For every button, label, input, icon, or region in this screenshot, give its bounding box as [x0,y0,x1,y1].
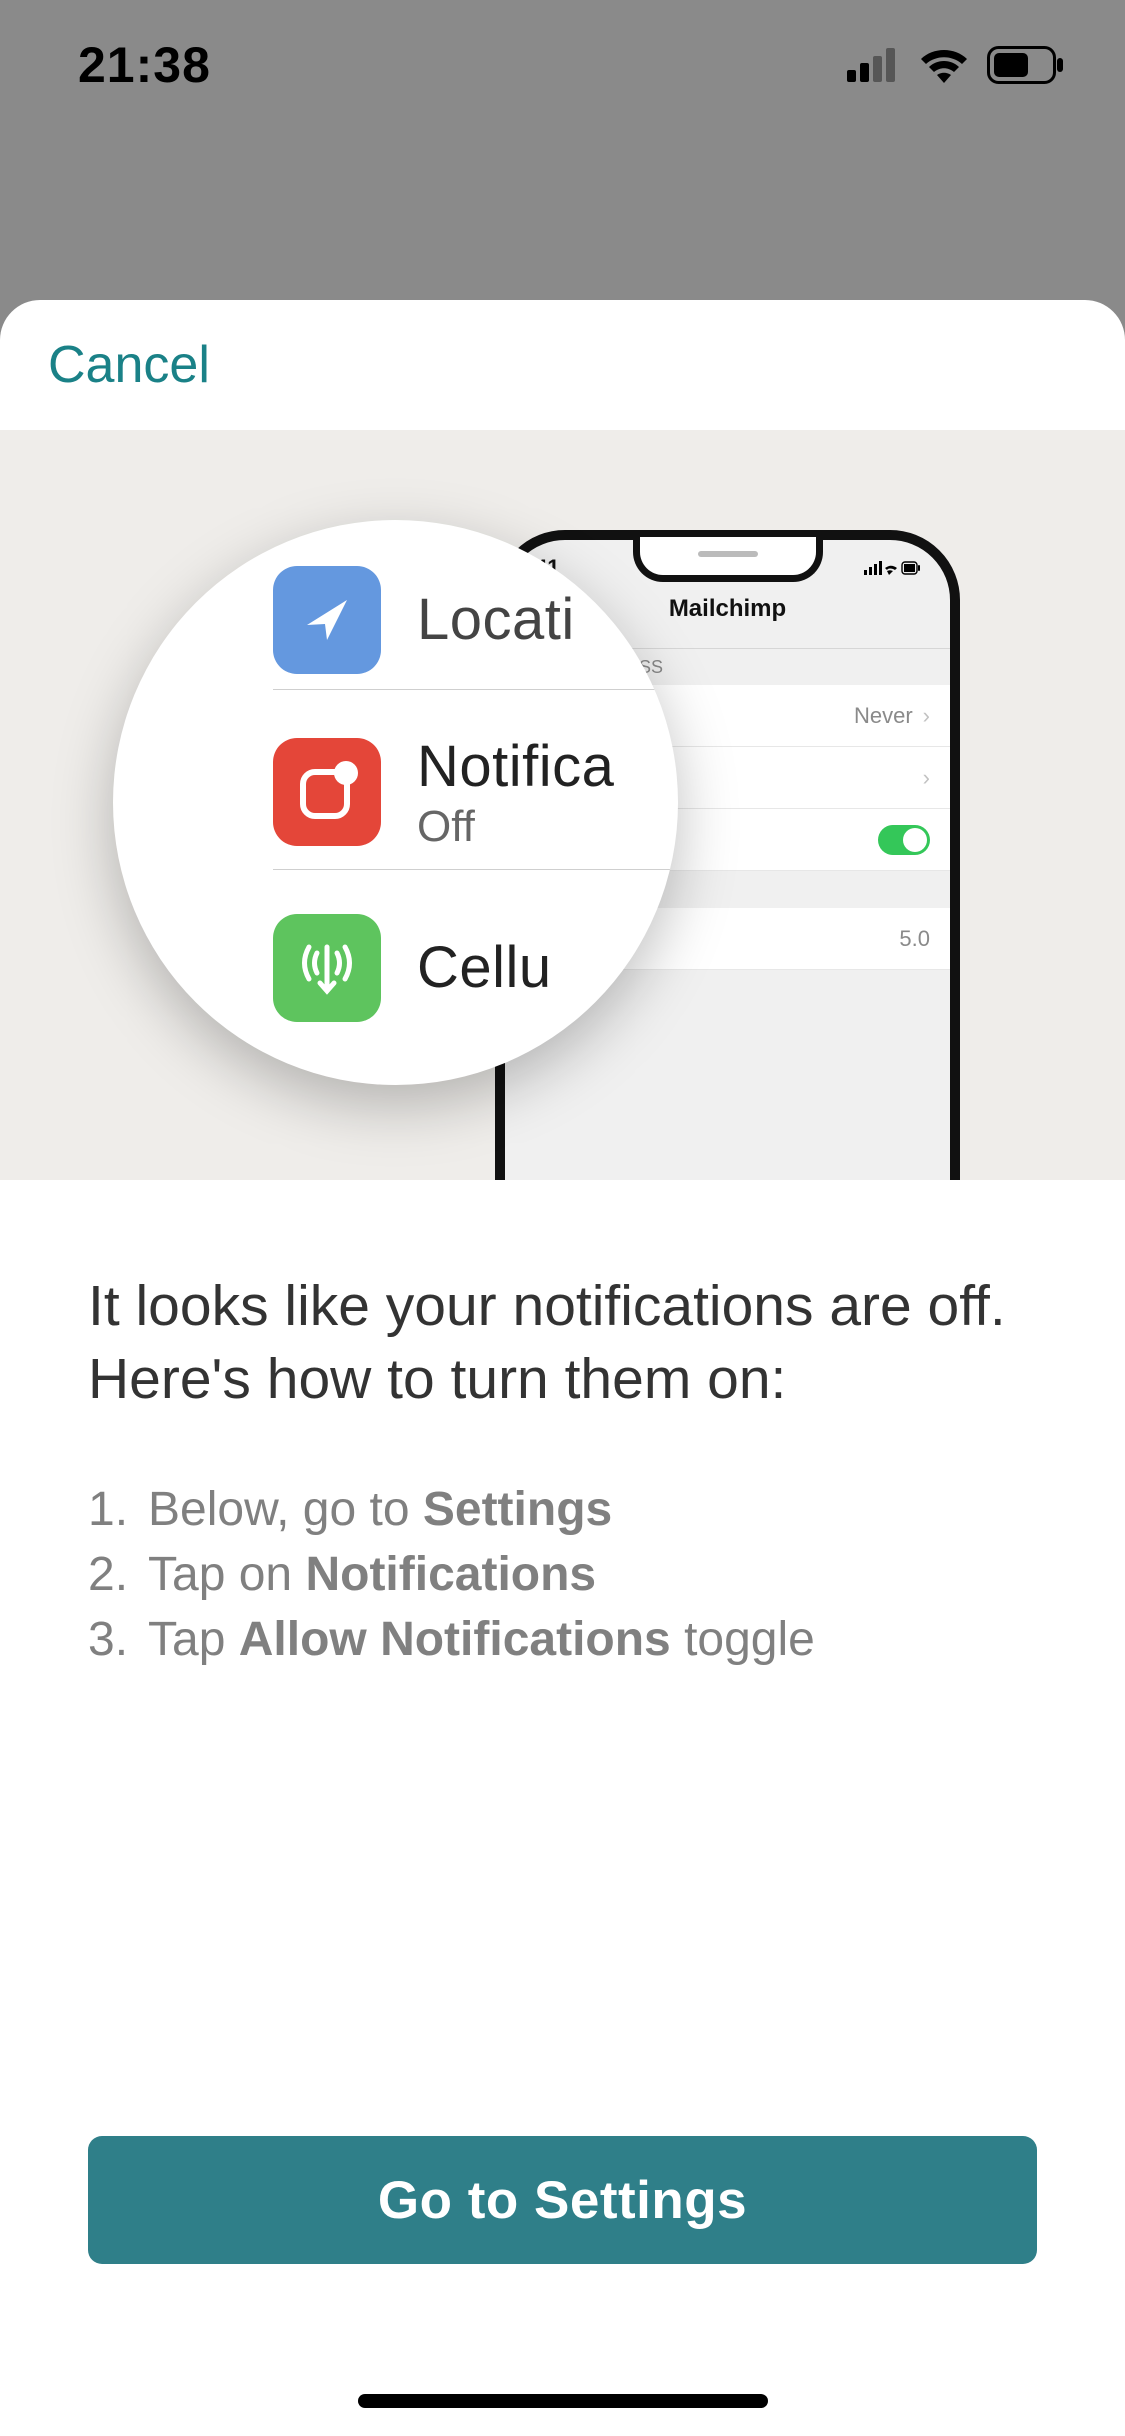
step-item: 2. Tap on Notifications [88,1543,1037,1608]
modal-sheet: Cancel 41 Mailchimp MP TO ACCESS Never› [0,300,1125,2436]
mag-notifications-status: Off [417,802,614,852]
toggle-on-icon [878,825,930,855]
step-text: Below, go to Settings [148,1478,1037,1543]
chevron-right-icon: › [923,765,930,791]
sheet-content: It looks like your notifications are off… [0,1180,1125,1672]
heading: It looks like your notifications are off… [88,1270,1037,1416]
location-icon [273,566,381,674]
cancel-button[interactable]: Cancel [48,335,210,395]
step-text: Tap Allow Notifications toggle [148,1608,1037,1673]
cellular-data-icon [273,914,381,1022]
mag-cellular-label: Cellu [417,934,552,1001]
illustration: 41 Mailchimp MP TO ACCESS Never› › [0,430,1125,1180]
steps-list: 1. Below, go to Settings 2. Tap on Notif… [88,1478,1037,1672]
step-item: 1. Below, go to Settings [88,1478,1037,1543]
status-time: 21:38 [78,36,211,94]
step-number: 2. [88,1543,148,1608]
phone-row-value: 5.0 [899,926,930,952]
mag-notifications-label: Notifica [417,733,614,800]
sheet-header: Cancel [0,300,1125,430]
chevron-right-icon: › [923,703,930,729]
step-text: Tap on Notifications [148,1543,1037,1608]
magnifier: Locati Notifica Off [113,520,678,1085]
mag-row-location: Locati [273,550,678,690]
status-icons [847,46,1065,84]
status-bar: 21:38 [0,0,1125,130]
notifications-icon [273,738,381,846]
home-indicator[interactable] [358,2394,768,2408]
step-number: 1. [88,1478,148,1543]
step-number: 3. [88,1608,148,1673]
mag-row-notifications: Notifica Off [273,715,678,870]
battery-icon [987,46,1065,84]
wifi-icon [919,47,969,83]
step-item: 3. Tap Allow Notifications toggle [88,1608,1037,1673]
mag-row-cellular: Cellu [273,890,678,1045]
mag-location-label: Locati [417,586,575,653]
phone-row-value: Never [854,703,913,729]
cellular-icon [847,48,901,82]
phone-status-indicators [864,555,920,595]
go-to-settings-button[interactable]: Go to Settings [88,2136,1037,2264]
